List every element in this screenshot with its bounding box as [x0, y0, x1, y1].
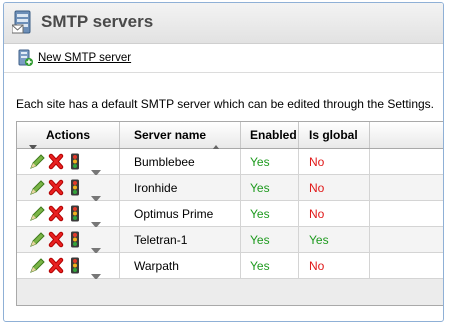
smtp-servers-grid: Actions Server name Enabled Is global Bu… — [16, 121, 443, 306]
is-global-cell: No — [299, 175, 370, 201]
enabled-cell: Yes — [241, 201, 299, 227]
server-name-cell: Optimus Prime — [120, 201, 241, 227]
column-label-server-name: Server name — [134, 128, 207, 142]
empty-cell — [370, 227, 443, 253]
table-row: Teletran-1 Yes Yes — [17, 227, 443, 254]
page-title: SMTP servers — [41, 12, 154, 31]
is-global-cell: No — [299, 201, 370, 227]
server-name-cell: Warpath — [120, 253, 241, 279]
row-actions — [17, 253, 120, 280]
table-row: Optimus Prime Yes No — [17, 201, 443, 228]
enabled-cell: Yes — [241, 253, 299, 279]
info-text: Each site has a default SMTP server whic… — [16, 97, 435, 111]
empty-cell — [370, 175, 443, 201]
column-label-enabled: Enabled — [250, 128, 297, 142]
new-server-icon[interactable] — [17, 49, 33, 67]
table-row: Warpath Yes No — [17, 253, 443, 280]
column-label-actions: Actions — [46, 128, 91, 142]
server-name-cell: Ironhide — [120, 175, 241, 201]
grid-header-row: Actions Server name Enabled Is global — [17, 122, 443, 150]
server-name-cell: Teletran-1 — [120, 227, 241, 253]
row-actions — [17, 227, 120, 254]
enabled-cell: Yes — [241, 149, 299, 175]
grid-footer — [17, 279, 443, 305]
server-name-cell: Bumblebee — [120, 149, 241, 175]
is-global-cell: No — [299, 253, 370, 279]
column-header-is-global[interactable]: Is global — [299, 122, 370, 148]
empty-cell — [370, 201, 443, 227]
toolbar: New SMTP server — [4, 44, 443, 73]
smtp-server-icon — [11, 10, 34, 36]
empty-cell — [370, 149, 443, 175]
enabled-cell: Yes — [241, 175, 299, 201]
table-row: Ironhide Yes No — [17, 175, 443, 202]
column-header-server-name[interactable]: Server name — [120, 122, 241, 150]
table-row: Bumblebee Yes No — [17, 149, 443, 176]
column-header-actions[interactable]: Actions — [17, 122, 120, 150]
column-label-is-global: Is global — [309, 128, 358, 142]
row-actions — [17, 149, 120, 176]
is-global-cell: Yes — [299, 227, 370, 253]
row-actions — [17, 175, 120, 202]
column-header-enabled[interactable]: Enabled — [241, 122, 299, 148]
smtp-servers-window: SMTP servers New SMTP server Each site h… — [3, 2, 444, 322]
is-global-cell: No — [299, 149, 370, 175]
empty-cell — [370, 253, 443, 279]
page-header: SMTP servers — [4, 3, 443, 44]
enabled-cell: Yes — [241, 227, 299, 253]
row-actions — [17, 201, 120, 228]
new-smtp-server-link[interactable]: New SMTP server — [38, 52, 131, 64]
